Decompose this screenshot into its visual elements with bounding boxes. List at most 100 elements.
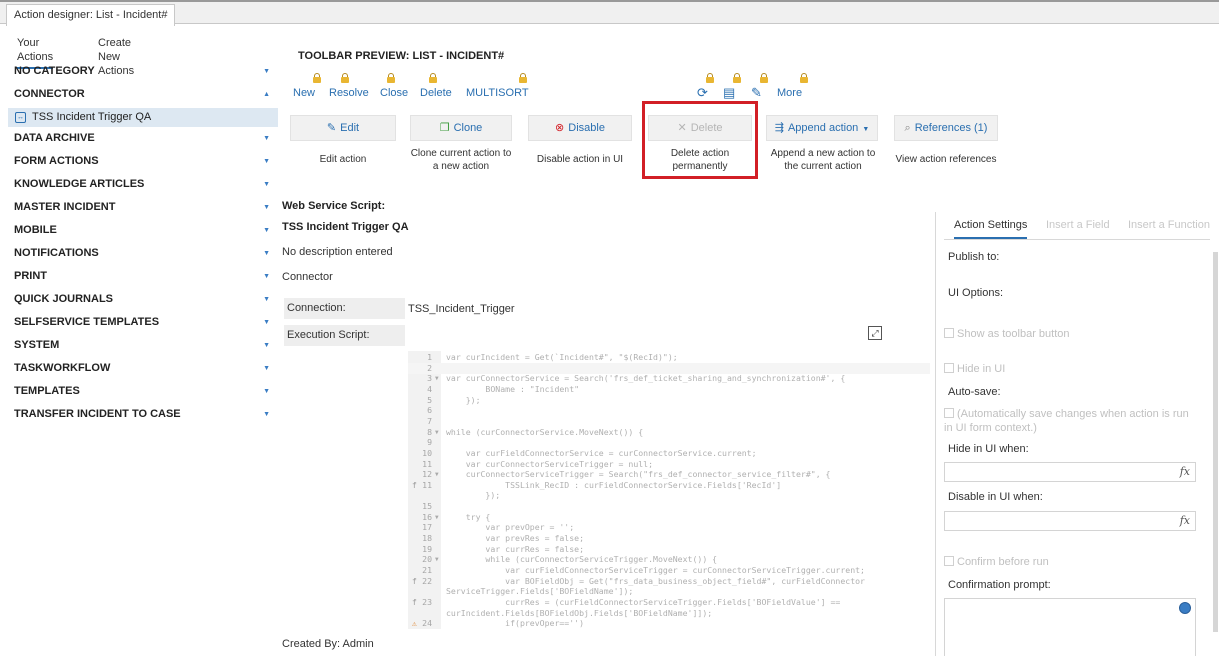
chevron-down-icon[interactable]: ▼ — [263, 359, 270, 378]
pencil-icon: ✎ — [326, 122, 337, 134]
delete-highlight-box — [642, 101, 758, 179]
preview-delete-link[interactable]: Delete — [420, 87, 452, 99]
preview-resolve-link[interactable]: Resolve — [329, 87, 369, 99]
globe-icon[interactable] — [1179, 602, 1191, 614]
chevron-down-icon[interactable]: ▼ — [263, 175, 270, 194]
clone-icon: ❐ — [439, 122, 450, 134]
code-line: 3 ▼ var curConnectorService = Search('frs_… — [408, 373, 930, 384]
code-editor[interactable]: 1 var curIncident = Get(`Incident#", "$(R… — [408, 351, 930, 629]
tab-insert-field[interactable]: Insert a Field — [1046, 218, 1110, 232]
fold-arrow-icon[interactable]: ▼ — [435, 469, 439, 480]
edit-button[interactable]: ✎ Edit — [290, 115, 396, 141]
chevron-down-icon[interactable]: ▼ — [263, 129, 270, 148]
preview-multisort-link[interactable]: MULTISORT — [466, 87, 529, 99]
tab-action-settings[interactable]: Action Settings — [954, 218, 1028, 239]
chevron-down-icon[interactable]: ▼ — [263, 267, 270, 286]
function-icon[interactable]: fx — [1180, 465, 1190, 478]
category-master-incident[interactable]: MASTER INCIDENT ▼ — [8, 198, 278, 221]
category-quick-journals[interactable]: QUICK JOURNALS ▼ — [8, 290, 278, 313]
line-number: 10 — [422, 447, 432, 458]
append-action-button[interactable]: ⇶ Append action ▼ — [766, 115, 878, 141]
chevron-down-icon[interactable]: ▼ — [263, 290, 270, 309]
category-knowledge-articles[interactable]: KNOWLEDGE ARTICLES ▼ — [8, 175, 278, 198]
code-line: 8 ▼ while (curConnectorService.MoveNext())… — [408, 427, 930, 438]
refresh-icon[interactable]: ⟳ — [697, 86, 708, 99]
preview-new-link[interactable]: New — [293, 87, 315, 99]
category-selfservice-templates[interactable]: SELFSERVICE TEMPLATES ▼ — [8, 313, 278, 336]
code-line: 11 var curConnectorServiceTrigger = null… — [408, 459, 930, 470]
fold-arrow-icon[interactable]: ▼ — [435, 373, 439, 384]
preview-close-link[interactable]: Close — [380, 87, 408, 99]
category-print[interactable]: PRINT ▼ — [8, 267, 278, 290]
document-tab[interactable]: Action designer: List - Incident# — [6, 4, 176, 26]
category-mobile[interactable]: MOBILE ▼ — [8, 221, 278, 244]
category-system[interactable]: SYSTEM ▼ — [8, 336, 278, 359]
category-notifications[interactable]: NOTIFICATIONS ▼ — [8, 244, 278, 267]
lock-icon — [519, 73, 527, 84]
publish-to-label: Publish to: — [948, 251, 1000, 263]
clone-button[interactable]: ❐ Clone — [410, 115, 512, 141]
chevron-down-icon[interactable]: ▼ — [263, 405, 270, 424]
confirmation-prompt-input[interactable] — [944, 598, 1196, 656]
connection-value: TSS_Incident_Trigger — [408, 303, 515, 315]
line-number: 6 — [427, 405, 432, 416]
chevron-down-icon[interactable]: ▼ — [263, 198, 270, 217]
category-connector[interactable]: CONNECTOR ▲ — [8, 85, 278, 108]
fold-arrow-icon[interactable]: ▼ — [435, 512, 439, 523]
chevron-down-icon[interactable]: ▼ — [263, 62, 270, 81]
chevron-up-icon[interactable]: ▲ — [263, 85, 270, 104]
lock-icon — [733, 73, 741, 84]
code-text: while (curConnectorService.MoveNext()) { — [446, 426, 644, 437]
code-text: curConnectorServiceTrigger = Search("frs… — [446, 469, 831, 480]
tab-insert-function[interactable]: Insert a Function — [1128, 218, 1210, 232]
show-toolbar-checkbox[interactable] — [944, 328, 954, 338]
confirm-option[interactable]: Confirm before run — [944, 555, 1194, 569]
code-line: 10 var curFieldConnectorService = curCon… — [408, 448, 930, 459]
auto-save-option[interactable]: (Automatically save changes when action … — [944, 407, 1194, 435]
category-transfer-incident-to-case[interactable]: TRANSFER INCIDENT TO CASE ▼ — [8, 405, 278, 428]
hide-in-ui-option[interactable]: Hide in UI — [944, 362, 1194, 376]
confirm-checkbox[interactable] — [944, 556, 954, 566]
disable-button[interactable]: ⊗ Disable — [528, 115, 632, 141]
hide-in-ui-checkbox[interactable] — [944, 363, 954, 373]
chevron-down-icon[interactable]: ▼ — [263, 313, 270, 332]
chevron-down-icon[interactable]: ▼ — [263, 336, 270, 355]
line-number: 2 — [427, 362, 432, 373]
function-icon[interactable]: fx — [1180, 514, 1190, 527]
action-item-tss-incident-trigger[interactable]: ↔ TSS Incident Trigger QA — [8, 108, 278, 127]
category-form-actions[interactable]: FORM ACTIONS ▼ — [8, 152, 278, 175]
execution-script-label: Execution Script: — [284, 325, 405, 346]
fold-arrow-icon[interactable]: ▼ — [435, 554, 439, 565]
chevron-down-icon[interactable]: ▼ — [263, 221, 270, 240]
fold-arrow-icon[interactable]: ▼ — [435, 427, 439, 438]
code-text: }); — [446, 490, 501, 501]
settings-panel: Action Settings Insert a Field Insert a … — [935, 212, 1219, 656]
show-toolbar-option[interactable]: Show as toolbar button — [944, 327, 1194, 341]
hide-when-input[interactable]: fx — [944, 462, 1196, 482]
panel-scrollbar[interactable] — [1213, 252, 1218, 632]
print-icon[interactable]: ▤ — [723, 86, 735, 99]
expand-icon[interactable]: ⤢ — [868, 326, 882, 340]
code-text: var curFieldConnectorServiceTrigger = cu… — [446, 565, 865, 575]
category-no-category[interactable]: NO CATEGORY ▼ — [8, 62, 278, 85]
category-taskworkflow[interactable]: TASKWORKFLOW ▼ — [8, 359, 278, 382]
line-number: 7 — [427, 415, 432, 426]
code-line: 20 ▼ while (curConnectorServiceTrigger.Mo… — [408, 554, 930, 565]
disable-when-input[interactable]: fx — [944, 511, 1196, 531]
preview-more-link[interactable]: More — [777, 87, 802, 99]
disable-icon: ⊗ — [555, 122, 565, 134]
ui-options-label: UI Options: — [948, 287, 1004, 299]
action-description: No description entered — [282, 246, 393, 258]
tab-divider — [944, 239, 1210, 240]
chevron-down-icon[interactable]: ▼ — [263, 152, 270, 171]
chevron-down-icon[interactable]: ▼ — [263, 244, 270, 263]
code-text: BOName : "Incident" — [446, 383, 580, 394]
chevron-down-icon[interactable]: ▼ — [263, 382, 270, 401]
line-number: 9 — [427, 437, 432, 448]
category-templates[interactable]: TEMPLATES ▼ — [8, 382, 278, 405]
references-button[interactable]: ⌕ References (1) — [894, 115, 998, 141]
code-line: 15 — [408, 501, 930, 512]
auto-save-checkbox[interactable] — [944, 408, 954, 418]
pin-icon[interactable]: ✎ — [751, 86, 762, 99]
category-data-archive[interactable]: DATA ARCHIVE ▼ — [8, 129, 278, 152]
